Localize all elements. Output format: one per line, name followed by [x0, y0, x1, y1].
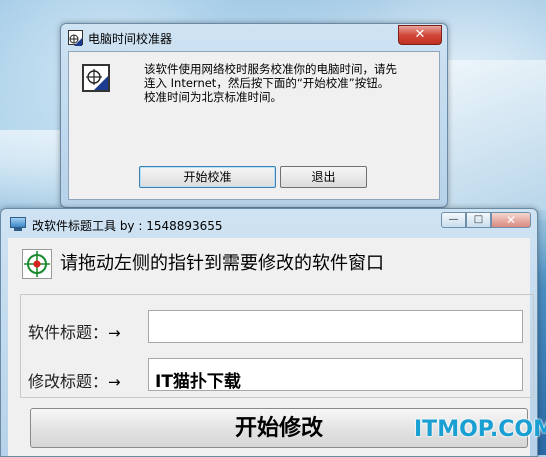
- app-icon: [68, 30, 83, 46]
- calibrator-close-button[interactable]: ✕: [398, 25, 442, 45]
- calibrator-title: 电脑时间校准器: [88, 32, 173, 46]
- modify-title-label-text: 修改标题：: [28, 372, 109, 391]
- arrow-right-icon: →: [108, 324, 121, 342]
- maximize-button[interactable]: □: [466, 212, 491, 228]
- title-tool-title: 改软件标题工具 by : 1548893655: [32, 219, 223, 233]
- title-tool-close-button[interactable]: ✕: [491, 212, 531, 228]
- monitor-icon: [10, 217, 26, 228]
- title-tool-titlebar[interactable]: 改软件标题工具 by : 1548893655 — □ ✕: [1, 209, 537, 237]
- exit-button[interactable]: 退出: [280, 166, 367, 188]
- calibrator-titlebar[interactable]: 电脑时间校准器 ✕: [61, 24, 447, 50]
- start-calibrate-button[interactable]: 开始校准: [139, 166, 276, 188]
- instruction-text: 请拖动左侧的指针到需要修改的软件窗口: [60, 253, 384, 274]
- calibrator-message: 该软件使用网络校时服务校准你的电脑时间，请先 连入 Internet，然后按下面…: [144, 62, 397, 104]
- minimize-button[interactable]: —: [441, 212, 466, 228]
- modify-title-field[interactable]: IT猫扑下载: [148, 358, 523, 392]
- software-title-field[interactable]: [148, 310, 523, 343]
- arrow-right-icon: →: [108, 373, 121, 391]
- calibrator-dialog: 电脑时间校准器 ✕ 该软件使用网络校时服务校准你的电脑时间，请先 连入 Inte…: [60, 23, 448, 208]
- calibrator-client: 该软件使用网络校时服务校准你的电脑时间，请先 连入 Internet，然后按下面…: [68, 51, 440, 200]
- monitor-icon-stand: [14, 228, 22, 231]
- software-title-label: 软件标题：→: [28, 319, 121, 343]
- crosshair-pointer-icon[interactable]: [22, 249, 52, 279]
- watermark-logo: ITMOP.COM: [414, 417, 546, 442]
- calibrator-clock-icon: [82, 64, 110, 92]
- software-title-label-text: 软件标题：: [28, 323, 109, 342]
- desktop-background-building: [436, 60, 546, 210]
- modify-title-label: 修改标题：→: [28, 368, 121, 392]
